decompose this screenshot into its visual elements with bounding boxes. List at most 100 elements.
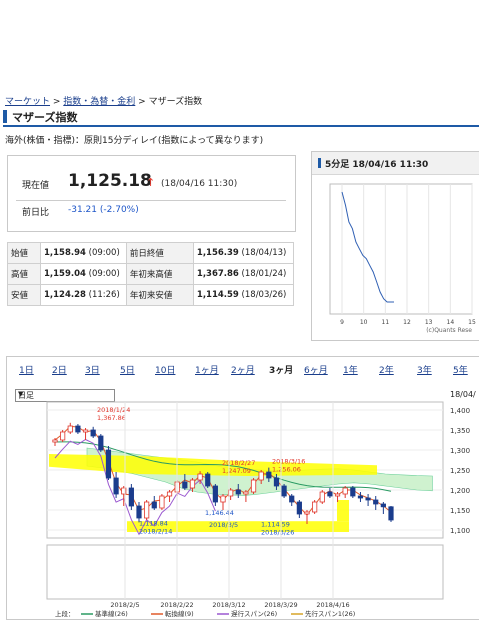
breadcrumb-indices-link[interactable]: 指数・為替・金利	[63, 97, 135, 107]
intraday-chart-title: 5分足 18/04/16 11:30	[325, 160, 429, 170]
current-price: 1,125.18	[68, 171, 152, 191]
candle-body	[75, 425, 81, 433]
stat-value: 1,367.86 (18/01/24)	[192, 263, 295, 285]
delay-notice: 海外(株価・指標)：原則15分ディレイ(指数によって異なります)	[5, 136, 264, 146]
x-tick-label: 2018/3/29	[264, 601, 297, 609]
tab-range[interactable]: 5日	[120, 363, 135, 376]
legend-item: 基準線(26)	[81, 609, 128, 618]
legend-label: 先行スパン1(26)	[305, 609, 355, 618]
tab-range[interactable]: 5年	[453, 363, 468, 376]
candle-body	[380, 503, 386, 508]
candle-body	[235, 489, 241, 495]
annotation-label: 1,114.59	[261, 520, 290, 528]
tab-range[interactable]: 3日	[85, 363, 100, 376]
tab-range[interactable]: 2日	[52, 363, 67, 376]
stat-value: 1,159.04 (09:00)	[40, 263, 127, 285]
annotation-label: 2018/2/27	[222, 459, 255, 467]
y-tick-label: 1,250	[450, 467, 470, 475]
legend-label: 基準線(26)	[95, 609, 128, 618]
candle-body	[220, 495, 226, 503]
x-tick-label: 10	[360, 319, 368, 326]
candle-body	[197, 473, 203, 481]
tab-range[interactable]: 1日	[19, 363, 34, 376]
sub-pane	[46, 544, 444, 600]
candle-body	[357, 495, 364, 499]
legend-label: 転換線(9)	[165, 609, 194, 618]
x-tick-label: 9	[340, 319, 344, 326]
candle-body	[189, 479, 196, 489]
history-chart-panel: 1日 2日 3日 5日 10日 1ヶ月 2ヶ月 3ヶ月 6ヶ月 1年 2年 3年 5年 日足 ▼ 18/…	[6, 356, 479, 620]
x-tick-label: 2018/4/16	[316, 601, 349, 609]
tab-range[interactable]: 1年	[343, 363, 358, 376]
stat-value: 1,124.28 (11:26)	[40, 284, 127, 306]
legend-label: 遅行スパン(26)	[231, 609, 277, 618]
stats-row: 安値 1,124.28 (11:26) 年初来安値 1,114.59 (18/03/2…	[7, 284, 295, 306]
quote-box: 現在値 1,125.18 ↑ (18/04/16 11:30) 前日比 -31.…	[7, 155, 296, 232]
tab-range[interactable]: 3ヶ月	[269, 363, 293, 376]
stat-label: 年初来安値	[125, 284, 194, 306]
x-tick-label: 2018/3/12	[212, 601, 245, 609]
legend-item: 遅行スパン(26)	[217, 609, 277, 618]
candle-body	[273, 477, 280, 487]
candle-body	[52, 439, 58, 443]
candle-body	[304, 511, 310, 515]
legend-item: 先行スパン1(26)	[291, 609, 355, 618]
credit-text: (c)Quants Rese	[426, 327, 472, 334]
legend-item: 転換線(9)	[151, 609, 194, 618]
x-tick-label: 15	[468, 319, 476, 326]
breadcrumb-market-link[interactable]: マーケット	[5, 97, 50, 107]
candle-body	[373, 499, 379, 505]
candle-body	[182, 481, 188, 489]
tab-range[interactable]: 1ヶ月	[195, 363, 219, 376]
annotation-label: 1,367.86	[97, 414, 126, 422]
annotation-label: 1,118.84	[139, 520, 168, 528]
x-tick-label: 14	[447, 319, 455, 326]
candle-body	[151, 501, 157, 509]
candle-body	[388, 506, 394, 521]
current-label: 現在値	[22, 181, 50, 191]
candle-body	[281, 485, 287, 497]
candle-body	[136, 505, 142, 519]
price-change: -31.21 (-2.70%)	[68, 205, 139, 215]
legend-title: 上段：	[55, 609, 75, 618]
stats-row: 高値 1,159.04 (09:00) 年初来高値 1,367.86 (18/01/2…	[7, 263, 295, 285]
highlight-right	[337, 500, 349, 522]
candle-body	[159, 495, 165, 509]
stat-label: 前日終値	[125, 242, 194, 264]
y-tick-label: 1,150	[450, 507, 470, 515]
y-tick-label: 1,350	[450, 427, 470, 435]
candle-body	[166, 491, 173, 497]
y-tick-label: 1,100	[450, 527, 470, 535]
change-label: 前日比	[22, 208, 50, 218]
candle-body	[312, 501, 318, 513]
candle-body	[319, 491, 325, 503]
stats-row: 始値 1,158.94 (09:00) 前日終値 1,156.39 (18/04/13…	[7, 242, 295, 264]
tab-range[interactable]: 2年	[379, 363, 394, 376]
tab-range[interactable]: 3年	[417, 363, 432, 376]
range-tabs: 1日 2日 3日 5日 10日 1ヶ月 2ヶ月 3ヶ月 6ヶ月 1年 2年 3年 5年	[7, 362, 479, 378]
up-arrow-icon: ↑	[146, 176, 156, 189]
candle-body	[258, 471, 264, 481]
tab-range[interactable]: 6ヶ月	[304, 363, 328, 376]
stat-label: 始値	[7, 242, 41, 264]
y-tick-label: 1,400	[450, 407, 470, 415]
candle-body	[105, 449, 112, 479]
stat-value: 1,156.39 (18/04/13)	[192, 242, 295, 264]
y-tick-label: 1,300	[450, 447, 470, 455]
candle-body	[82, 429, 89, 433]
page-title: マザーズ指数	[3, 108, 479, 127]
candle-body	[266, 471, 272, 479]
y-tick-label: 1,200	[450, 487, 470, 495]
x-tick-label: 12	[403, 319, 411, 326]
history-chart: 1,400 1,350 1,300 1,250 1,200 1,150 1,100 2018/…	[46, 401, 470, 618]
stats-table: 始値 1,158.94 (09:00) 前日終値 1,156.39 (18/04/13…	[7, 242, 295, 306]
annotation-label: 1,247.09	[222, 467, 251, 475]
annotation-label: 2018/2/14	[139, 528, 172, 536]
tab-range[interactable]: 10日	[155, 363, 175, 376]
tab-range[interactable]: 2ヶ月	[231, 363, 255, 376]
candle-body	[342, 487, 348, 495]
breadcrumb-current: マザーズ指数	[148, 97, 203, 107]
stat-value: 1,158.94 (09:00)	[40, 242, 127, 264]
candle-body	[289, 495, 295, 503]
x-tick-label: 2018/2/22	[160, 601, 193, 609]
